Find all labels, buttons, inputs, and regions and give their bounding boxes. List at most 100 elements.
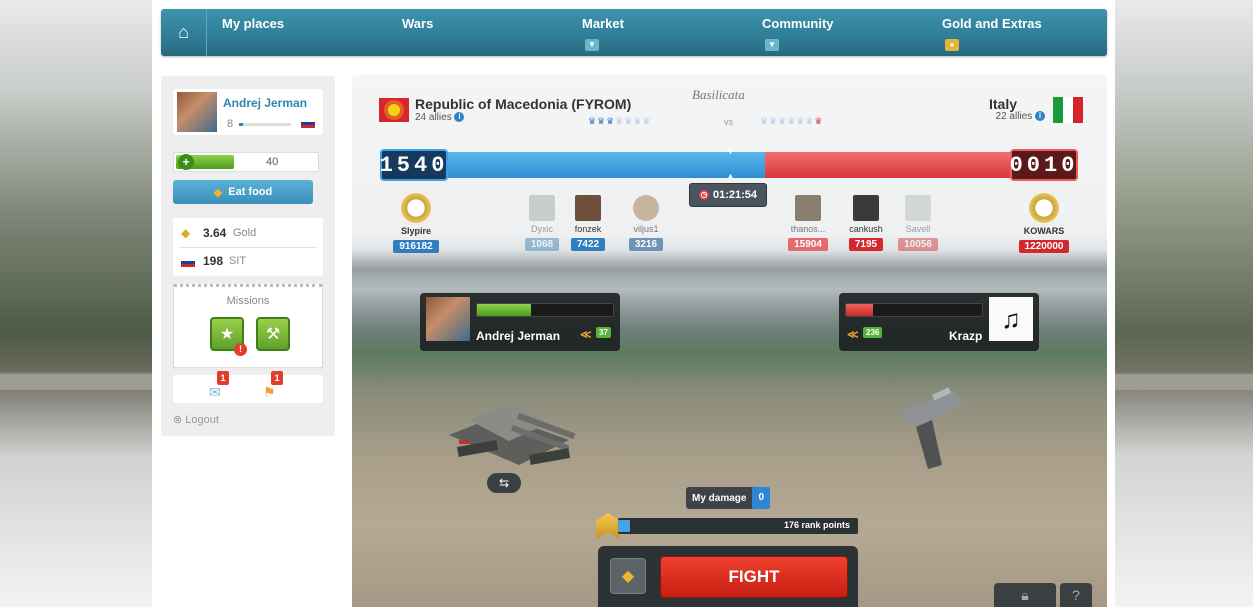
xp-bar	[239, 123, 291, 126]
fighter-damage: 7422	[570, 238, 606, 251]
eat-food-button[interactable]: ◆ Eat food	[173, 180, 313, 204]
attacker-score: 1540	[380, 149, 448, 181]
enemy-health-fill	[846, 304, 874, 316]
player-health-fill	[477, 304, 532, 316]
my-damage-label: My damage	[692, 492, 747, 504]
defender-crowns: ♛♛♛♛♛♛♛	[760, 116, 824, 126]
defender-score: 0010	[1010, 149, 1078, 181]
messages-icon[interactable]: ✉	[209, 384, 221, 401]
logout-label: Logout	[185, 414, 219, 426]
notifications-card: ✉ 1 ⚑ 1	[173, 371, 323, 403]
tank-weapon-icon	[449, 403, 576, 465]
avatar[interactable]	[177, 92, 217, 132]
wallet-card: ◆ 3.64 Gold 198 SIT	[173, 218, 323, 276]
fighter-damage: 916182	[393, 240, 439, 253]
fighter-avatar	[795, 195, 821, 221]
food-icon: ◆	[621, 568, 635, 585]
fighter-name: KOWARS	[1023, 226, 1065, 236]
user-name[interactable]: Andrej Jerman	[223, 96, 307, 110]
scenery-wall	[0, 372, 152, 390]
player-card-left: Andrej Jerman ≪ 37	[420, 293, 620, 351]
quick-eat-button[interactable]: ◆	[610, 558, 646, 594]
home-button[interactable]: ⌂	[161, 9, 207, 56]
player-level: 37	[596, 327, 611, 338]
rank-track: 176 rank points	[618, 518, 858, 534]
swap-icon: ⇆	[498, 476, 510, 490]
fighter-damage: 1220000	[1018, 240, 1070, 253]
scenery-right	[1115, 0, 1253, 607]
nav-gold-extras[interactable]: Gold and Extras	[942, 16, 1042, 31]
rank-icon	[596, 513, 620, 539]
gold-label: Gold	[233, 227, 257, 239]
food-icon: ◆	[213, 186, 223, 199]
attacker-allies-label: 24 allies	[415, 112, 452, 123]
rank-chevron-icon: ≪	[847, 329, 859, 341]
nav-wars[interactable]: Wars	[402, 16, 433, 31]
player-health-bar	[476, 303, 614, 317]
plus-icon: +	[178, 154, 194, 170]
top-attacker[interactable]: Slypire 916182	[376, 193, 456, 254]
region-name: Basilicata	[692, 87, 745, 102]
defender-fighter[interactable]: Savell 10056	[878, 195, 958, 252]
fighter-damage: 10056	[898, 238, 938, 251]
fighter-name: Savell	[905, 224, 931, 234]
enemy-health-bar	[845, 303, 983, 317]
slovenia-flag-icon	[181, 258, 195, 267]
messages-badge: 1	[217, 371, 229, 385]
rank-fill	[618, 520, 630, 532]
gold-value: 3.64	[203, 226, 227, 240]
attacker-crowns: ♛♛♛♛♛♛♛	[588, 116, 652, 126]
fighter-avatar	[853, 195, 879, 221]
wall-marker-bottom: ▲	[726, 171, 735, 181]
rank-points-label: 176 rank points	[783, 520, 850, 530]
mission-hammer-icon[interactable]: ⚒	[256, 317, 290, 351]
player-avatar[interactable]	[426, 297, 470, 341]
rank-chevron-icon: ≪	[580, 329, 592, 341]
xp-bar-fill	[239, 123, 244, 126]
top-defender[interactable]: KOWARS 1220000	[1004, 193, 1084, 254]
health-bar: + 40	[173, 152, 319, 172]
clock-icon: ◷	[698, 190, 709, 200]
nav-market[interactable]: Market	[582, 16, 624, 31]
home-icon: ⌂	[178, 22, 189, 42]
my-damage-value: 0	[752, 487, 771, 509]
info-icon[interactable]: i	[1035, 111, 1045, 122]
alerts-icon[interactable]: ⚑	[263, 384, 276, 401]
lock-icon: 🔒︎	[1021, 587, 1029, 603]
help-button[interactable]: ?	[1060, 583, 1092, 607]
scenery-left	[0, 0, 152, 607]
profile-card: Andrej Jerman 8	[173, 89, 323, 135]
fighter-damage: 3216	[628, 238, 664, 251]
wall-marker-top: ▼	[726, 146, 735, 156]
defender-allies-label: 22 allies	[995, 111, 1033, 122]
info-icon[interactable]: i	[454, 112, 465, 123]
enemy-level: 236	[863, 327, 883, 338]
attacker-allies: 24 allies i	[415, 112, 465, 123]
fighter-avatar	[633, 195, 659, 221]
gold-icon[interactable]: ●	[945, 39, 959, 51]
nav-my-places[interactable]: My places	[222, 16, 284, 31]
health-value: 40	[266, 156, 279, 168]
nav-community[interactable]: Community	[762, 16, 834, 31]
sidebar: Andrej Jerman 8 + 40 ◆ Eat food ◆ 3.64 G…	[161, 76, 335, 436]
chevron-down-icon[interactable]: ▼	[765, 39, 779, 51]
battle-area: Basilicata Republic of Macedonia (FYROM)…	[352, 75, 1107, 607]
swap-weapon-button[interactable]: ⇆	[487, 473, 521, 493]
attacker-name[interactable]: Republic of Macedonia (FYROM)	[415, 96, 631, 112]
lock-button[interactable]: 🔒︎	[994, 583, 1056, 607]
eat-food-label: Eat food	[228, 186, 273, 198]
fight-button[interactable]: FIGHT	[660, 556, 848, 598]
macedonia-flag-icon	[379, 98, 409, 122]
logout-link[interactable]: ⊗ Logout	[173, 413, 219, 426]
battle-wall-bar: 1540 0010 ▼ ▲	[380, 146, 1078, 181]
italy-flag-icon	[1053, 97, 1083, 123]
defender-name[interactable]: Italy	[989, 96, 1017, 112]
rank-progress: 176 rank points	[596, 513, 858, 539]
logout-icon: ⊗	[173, 414, 183, 426]
music-note-icon[interactable]: ♫	[989, 297, 1033, 341]
chevron-down-icon[interactable]: ▼	[585, 39, 599, 51]
currency-value: 198	[203, 254, 224, 268]
attacker-fighter[interactable]: viljus1 3216	[606, 195, 686, 252]
currency-label: SIT	[229, 255, 247, 267]
fighter-avatar	[575, 195, 601, 221]
